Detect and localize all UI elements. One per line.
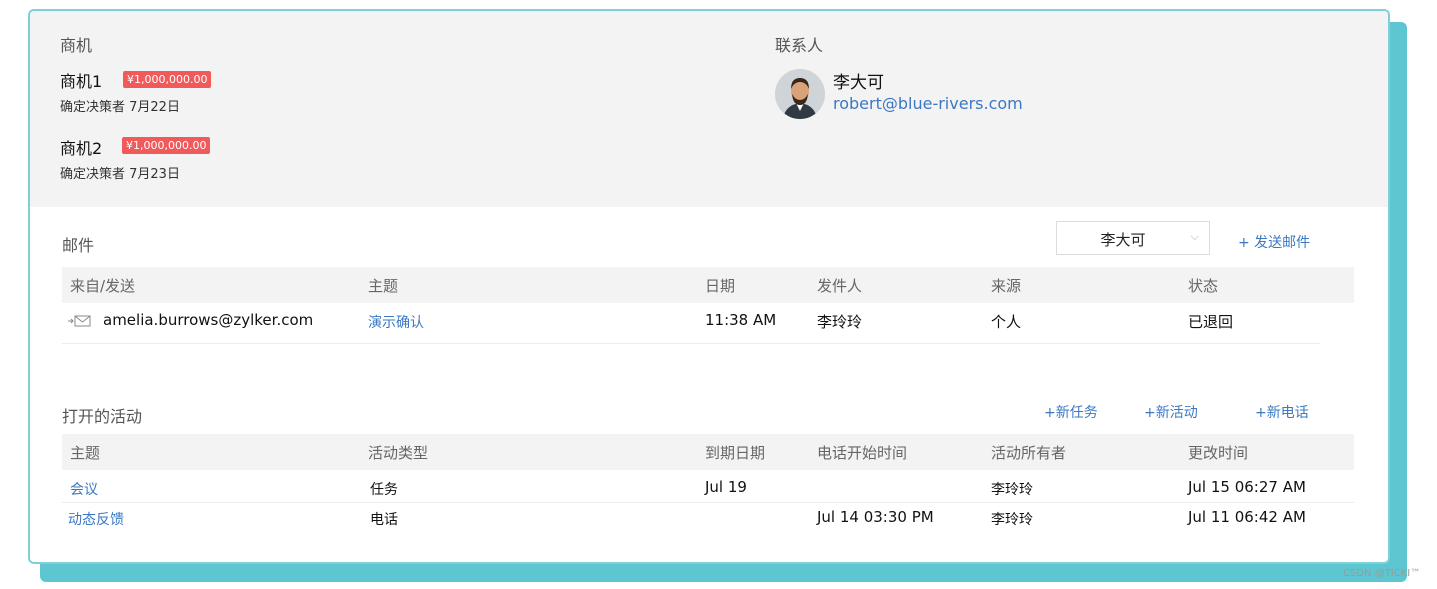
contact-title: 联系人: [775, 36, 824, 55]
col-status: 状态: [1188, 277, 1219, 295]
col-subject: 主题: [368, 277, 399, 295]
new-call-button[interactable]: +新电话: [1255, 402, 1309, 422]
activity-table-header: 主题 活动类型 到期日期 电话开始时间 活动所有者 更改时间: [62, 434, 1354, 470]
email-subject-link[interactable]: 演示确认: [368, 312, 424, 332]
col-from: 来自/发送: [70, 277, 136, 295]
summary-panel: [30, 11, 1388, 207]
contact-email-link[interactable]: robert@blue-rivers.com: [833, 94, 1023, 113]
person-avatar-icon: [775, 69, 825, 119]
activity-subject-link[interactable]: 动态反馈: [68, 509, 124, 529]
outgoing-mail-icon: [68, 315, 91, 327]
col-due-date: 到期日期: [705, 444, 766, 462]
col-activity-subject: 主题: [70, 444, 101, 462]
email-date: 11:38 AM: [705, 311, 777, 329]
col-owner: 活动所有者: [991, 444, 1067, 462]
col-modified: 更改时间: [1188, 444, 1249, 462]
activity-type: 电话: [370, 512, 398, 528]
filter-value: 李大可: [1100, 231, 1146, 249]
col-sender: 发件人: [817, 277, 863, 295]
email-status: 已退回: [1188, 313, 1234, 331]
contact-name: 李大可: [833, 73, 884, 93]
activity-type: 任务: [370, 482, 398, 498]
email-table-header: 来自/发送 主题 日期 发件人 来源 状态: [62, 267, 1354, 303]
emails-title: 邮件: [62, 236, 95, 255]
deal-name-1[interactable]: 商机1: [60, 68, 102, 92]
col-date: 日期: [705, 277, 736, 295]
email-sender: 李玲玲: [817, 313, 863, 331]
activity-modified: Jul 15 06:27 AM: [1188, 478, 1306, 496]
deal-amount-badge-2: ¥1,000,000.00: [122, 137, 211, 154]
new-event-button[interactable]: +新活动: [1144, 402, 1198, 422]
deal-amount-badge-1: ¥1,000,000.00: [123, 71, 212, 88]
activity-owner: 李玲玲: [991, 482, 1033, 498]
activity-call-start: Jul 14 03:30 PM: [817, 508, 934, 526]
send-email-button[interactable]: + 发送邮件: [1238, 232, 1310, 252]
email-contact-filter[interactable]: 李大可 ⌵: [1056, 221, 1210, 255]
email-source: 个人: [991, 313, 1022, 331]
deal-stage-2: 确定决策者 7月23日: [60, 167, 180, 182]
row-divider: [62, 343, 1320, 344]
activity-owner: 李玲玲: [991, 512, 1033, 528]
contact-avatar[interactable]: [775, 69, 825, 119]
activities-title: 打开的活动: [62, 407, 143, 426]
col-activity-type: 活动类型: [368, 444, 429, 462]
new-task-button[interactable]: +新任务: [1044, 402, 1098, 422]
col-source: 来源: [991, 277, 1022, 295]
activity-modified: Jul 11 06:42 AM: [1188, 508, 1306, 526]
activity-subject-link[interactable]: 会议: [70, 479, 98, 499]
row-divider: [62, 502, 1354, 503]
chevron-down-icon: ⌵: [1190, 230, 1199, 243]
deals-title: 商机: [60, 36, 93, 55]
deal-stage-1: 确定决策者 7月22日: [60, 100, 180, 115]
email-from: amelia.burrows@zylker.com: [103, 311, 314, 329]
watermark: CSDN @TICKI™: [1343, 568, 1421, 579]
col-call-start: 电话开始时间: [817, 444, 908, 462]
deal-name-2[interactable]: 商机2: [60, 135, 102, 159]
activity-due: Jul 19: [705, 478, 747, 496]
